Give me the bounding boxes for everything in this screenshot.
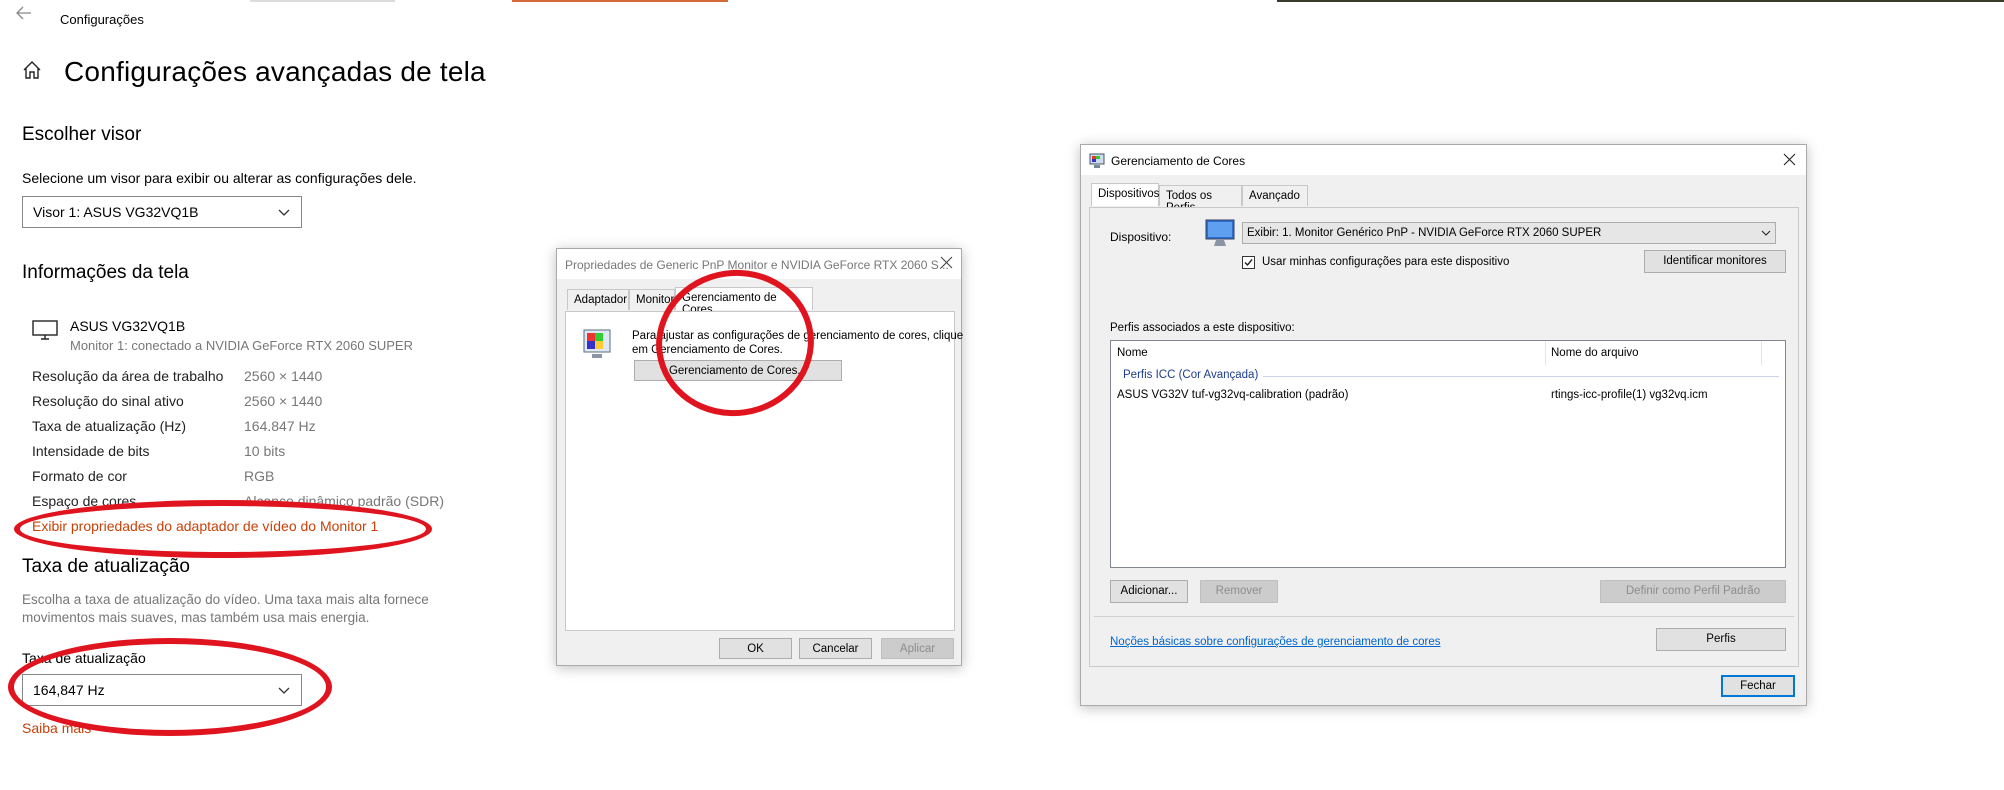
column-header-name[interactable]: Nome: [1117, 347, 1148, 359]
monitor-icon: [32, 320, 58, 345]
monitor-device-icon: [1204, 218, 1236, 251]
monitor-connection: Monitor 1: conectado a NVIDIA GeForce RT…: [70, 338, 413, 353]
refresh-description-line1: Escolha a taxa de atualização do vídeo. …: [22, 592, 429, 607]
device-label: Dispositivo:: [1110, 230, 1172, 244]
close-icon[interactable]: [940, 256, 953, 272]
refresh-rate-heading: Taxa de atualização: [22, 556, 190, 577]
profiles-button[interactable]: Perfis: [1656, 628, 1786, 651]
annotation-circle-refresh-rate: [8, 638, 332, 736]
home-icon[interactable]: [22, 60, 42, 85]
color-management-app-icon: [1089, 153, 1105, 172]
ok-button[interactable]: OK: [719, 638, 792, 659]
profiles-list[interactable]: Nome Nome do arquivo Perfis ICC (Cor Ava…: [1110, 340, 1786, 568]
separator: [1094, 616, 1794, 617]
top-strip: [1277, 0, 2004, 2]
info-row-value: 10 bits: [244, 443, 286, 459]
info-row-label: Resolução do sinal ativo: [32, 393, 184, 409]
info-row-value: RGB: [244, 468, 275, 484]
window-title: Configurações: [60, 12, 144, 27]
profile-file: rtings-icc-profile(1) vg32vq.icm: [1551, 389, 1708, 401]
choose-display-heading: Escolher visor: [22, 124, 142, 145]
page-title: Configurações avançadas de tela: [64, 56, 486, 87]
column-divider: [1761, 341, 1762, 365]
cancel-button[interactable]: Cancelar: [799, 638, 872, 659]
profiles-label: Perfis associados a este dispositivo:: [1110, 322, 1295, 334]
dialog-title: Propriedades de Generic PnP Monitor e NV…: [565, 258, 949, 272]
info-row-label: Resolução da área de trabalho: [32, 368, 224, 384]
remove-profile-button: Remover: [1200, 580, 1278, 603]
apply-button: Aplicar: [881, 638, 954, 659]
tab-strip: Dispositivos Todos os Perfis Avançado: [1091, 183, 1791, 214]
device-select-value: Exibir: 1. Monitor Genérico PnP - NVIDIA…: [1247, 227, 1602, 239]
top-strip: [512, 0, 728, 2]
chevron-down-icon: [1761, 228, 1771, 241]
tab-adapter[interactable]: Adaptador: [567, 289, 629, 310]
use-my-settings-label: Usar minhas configurações para este disp…: [1262, 256, 1510, 268]
devices-panel: Dispositivo: Exibir: 1. Monitor Genérico…: [1089, 207, 1799, 667]
identify-monitors-button[interactable]: Identificar monitores: [1644, 250, 1786, 273]
display-info-heading: Informações da tela: [22, 262, 189, 283]
close-icon[interactable]: [1783, 153, 1796, 169]
color-management-dialog: Gerenciamento de Cores Dispositivos Todo…: [1080, 144, 1807, 706]
table-row[interactable]: ASUS VG32V tuf-vg32vq-calibration (padrã…: [1111, 387, 1785, 405]
dialog-titlebar: Gerenciamento de Cores: [1081, 145, 1806, 175]
back-arrow-icon[interactable]: [16, 6, 32, 25]
add-profile-button[interactable]: Adicionar...: [1110, 580, 1188, 603]
set-default-profile-button: Definir como Perfil Padrão: [1600, 580, 1786, 603]
info-row-value: 2560 × 1440: [244, 393, 323, 409]
display-select[interactable]: Visor 1: ASUS VG32VQ1B: [22, 196, 302, 228]
top-strip: [250, 0, 395, 2]
close-button[interactable]: Fechar: [1721, 675, 1795, 697]
tab-advanced[interactable]: Avançado: [1242, 185, 1308, 206]
monitor-name: ASUS VG32VQ1B: [70, 318, 186, 334]
info-row-label: Formato de cor: [32, 468, 127, 484]
tab-devices[interactable]: Dispositivos: [1091, 183, 1159, 206]
refresh-description-line2: movimentos mais suaves, mas também usa m…: [22, 610, 370, 625]
color-management-basics-link[interactable]: Noções básicas sobre configurações de ge…: [1110, 636, 1441, 648]
column-divider: [1545, 341, 1546, 365]
use-my-settings-checkbox[interactable]: [1242, 256, 1255, 269]
profile-group-header: Perfis ICC (Cor Avançada): [1123, 369, 1259, 381]
annotation-circle-adapter-link: [14, 500, 432, 558]
info-row-value: 2560 × 1440: [244, 368, 323, 384]
checkmark-icon: [1244, 259, 1253, 267]
choose-display-description: Selecione um visor para exibir ou altera…: [22, 170, 417, 186]
info-row-label: Intensidade de bits: [32, 443, 150, 459]
tab-all-profiles[interactable]: Todos os Perfis: [1159, 185, 1242, 214]
info-row-label: Taxa de atualização (Hz): [32, 418, 187, 434]
group-divider: [1263, 376, 1779, 377]
column-header-file[interactable]: Nome do arquivo: [1551, 347, 1639, 359]
chevron-down-icon: [277, 205, 291, 222]
profile-name: ASUS VG32V tuf-vg32vq-calibration (padrã…: [1117, 389, 1349, 401]
dialog-title: Gerenciamento de Cores: [1111, 154, 1246, 168]
color-management-icon: [582, 328, 612, 365]
display-select-value: Visor 1: ASUS VG32VQ1B: [33, 204, 199, 220]
info-row-value: 164.847 Hz: [244, 418, 316, 434]
device-select[interactable]: Exibir: 1. Monitor Genérico PnP - NVIDIA…: [1242, 222, 1776, 244]
